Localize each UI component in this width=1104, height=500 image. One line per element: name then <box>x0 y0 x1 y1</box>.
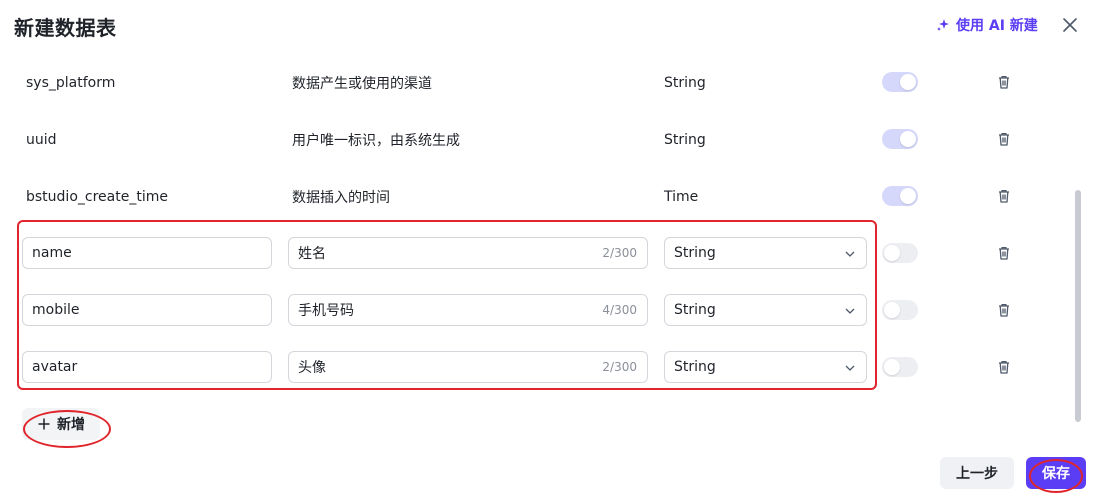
field-type-select[interactable]: String <box>664 237 867 269</box>
field-description-value: 手机号码 <box>298 303 354 319</box>
field-type-value: String <box>674 359 716 375</box>
toggle-knob <box>900 131 916 147</box>
field-enable-toggle[interactable] <box>882 300 918 320</box>
chevron-down-icon <box>845 308 855 314</box>
trash-icon[interactable] <box>996 245 1012 261</box>
add-field-label: 新增 <box>57 417 85 433</box>
trash-icon[interactable] <box>996 359 1012 375</box>
field-table: sys_platform 数据产生或使用的渠道 String uuid 用户唯一… <box>0 54 1072 438</box>
trash-icon[interactable] <box>996 302 1012 318</box>
field-name: uuid <box>26 131 57 148</box>
close-icon[interactable] <box>1060 15 1080 35</box>
field-description: 数据产生或使用的渠道 <box>292 75 432 92</box>
field-name-input[interactable]: name <box>22 237 272 269</box>
table-row: sys_platform 数据产生或使用的渠道 String <box>0 54 1072 111</box>
chevron-down-icon <box>845 251 855 257</box>
field-description-input[interactable]: 手机号码 4/300 <box>288 294 648 326</box>
field-type: Time <box>664 188 699 205</box>
add-field-button[interactable]: 新增 <box>22 408 100 440</box>
char-counter: 4/300 <box>602 303 637 317</box>
field-enable-toggle[interactable] <box>882 72 918 92</box>
dialog-title: 新建数据表 <box>14 16 117 40</box>
char-counter: 2/300 <box>602 246 637 260</box>
field-type: String <box>664 74 706 91</box>
field-enable-toggle[interactable] <box>882 357 918 377</box>
toggle-knob <box>884 302 900 318</box>
field-type: String <box>664 131 706 148</box>
field-enable-toggle[interactable] <box>882 186 918 206</box>
field-type-value: String <box>674 302 716 318</box>
field-description: 数据插入的时间 <box>292 189 390 206</box>
plus-icon <box>38 418 50 430</box>
save-button[interactable]: 保存 <box>1026 457 1086 489</box>
field-name: bstudio_create_time <box>26 188 168 205</box>
toggle-knob <box>900 74 916 90</box>
field-type-select[interactable]: String <box>664 351 867 383</box>
chevron-down-icon <box>845 365 855 371</box>
field-name-input[interactable]: avatar <box>22 351 272 383</box>
field-description-input[interactable]: 头像 2/300 <box>288 351 648 383</box>
table-row: uuid 用户唯一标识，由系统生成 String <box>0 111 1072 168</box>
field-enable-toggle[interactable] <box>882 243 918 263</box>
toggle-knob <box>900 188 916 204</box>
field-name: sys_platform <box>26 74 116 91</box>
char-counter: 2/300 <box>602 360 637 374</box>
create-with-ai-label: 使用 AI 新建 <box>956 18 1038 34</box>
toggle-knob <box>884 245 900 261</box>
trash-icon[interactable] <box>996 188 1012 204</box>
table-row: avatar 头像 2/300 String <box>0 339 1072 396</box>
field-type-value: String <box>674 245 716 261</box>
create-with-ai-button[interactable]: 使用 AI 新建 <box>936 14 1038 36</box>
sparkle-icon <box>937 19 949 31</box>
field-description-value: 头像 <box>298 360 326 376</box>
previous-step-button[interactable]: 上一步 <box>940 457 1014 489</box>
table-row: name 姓名 2/300 String <box>0 225 1072 282</box>
table-row: mobile 手机号码 4/300 String <box>0 282 1072 339</box>
field-description-value: 姓名 <box>298 246 326 262</box>
scrollbar-thumb[interactable] <box>1075 190 1081 422</box>
trash-icon[interactable] <box>996 131 1012 147</box>
field-description: 用户唯一标识，由系统生成 <box>292 132 460 149</box>
field-enable-toggle[interactable] <box>882 129 918 149</box>
field-name-input[interactable]: mobile <box>22 294 272 326</box>
field-type-select[interactable]: String <box>664 294 867 326</box>
trash-icon[interactable] <box>996 74 1012 90</box>
field-description-input[interactable]: 姓名 2/300 <box>288 237 648 269</box>
table-row: bstudio_create_time 数据插入的时间 Time <box>0 168 1072 225</box>
toggle-knob <box>884 359 900 375</box>
